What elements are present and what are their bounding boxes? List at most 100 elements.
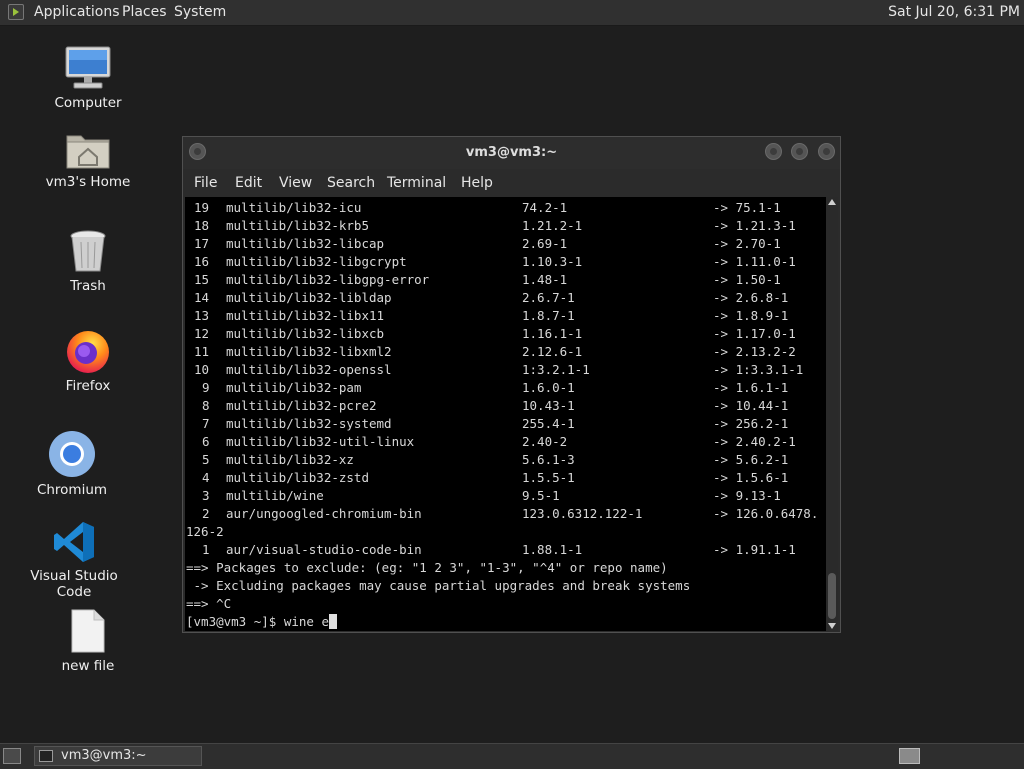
window-title: vm3@vm3:~ [465,145,558,160]
terminal-logo-icon[interactable] [8,4,24,20]
bottom-panel: vm3@vm3:~ [0,743,1024,769]
package-new-version: -> 1.17.0-1 [713,326,796,341]
package-old-version: 1.6.0-1 [522,380,575,395]
package-old-version: 2.69-1 [522,236,568,251]
menu-help[interactable]: Help [461,175,493,191]
package-new-version: -> 1:3.3.1-1 [713,362,804,377]
package-name: aur/visual-studio-code-bin [226,542,422,557]
package-new-version: -> 1.11.0-1 [713,254,796,269]
terminal-window[interactable]: vm3@vm3:~ File Edit View Search Terminal… [182,136,841,633]
terminal-message: ==> Packages to exclude: (eg: "1 2 3", "… [186,560,668,575]
package-number: 3 [202,488,210,503]
close-button[interactable] [818,143,835,160]
firefox-icon [64,326,112,374]
package-new-version: -> 2.6.8-1 [713,290,789,305]
menu-places[interactable]: Places [122,4,167,20]
package-new-version: -> 9.13-1 [713,488,781,503]
menu-file[interactable]: File [194,175,217,191]
package-new-version: -> 2.13.2-2 [713,344,796,359]
package-new-version: -> 256.2-1 [713,416,789,431]
desktop-icon-vscode[interactable]: Visual Studio Code [14,520,134,600]
desktop-icon-label: Visual Studio Code [30,568,118,600]
terminal-icon [39,750,53,762]
package-number: 12 [194,326,210,341]
package-new-version: -> 2.70-1 [713,236,781,251]
package-old-version: 1.16.1-1 [522,326,583,341]
vscode-icon [52,520,96,564]
package-number: 19 [194,200,210,215]
menu-view[interactable]: View [279,175,312,191]
command-input[interactable]: wine e [284,614,329,629]
package-name: multilib/lib32-libldap [226,290,392,305]
desktop-icon-label: Chromium [36,482,108,498]
package-number: 2 [202,506,210,521]
window-titlebar[interactable]: vm3@vm3:~ [183,137,840,169]
package-new-version: -> 1.50-1 [713,272,781,287]
scroll-down-icon[interactable] [828,623,836,629]
package-new-version: -> 1.8.9-1 [713,308,789,323]
package-name: multilib/lib32-libgcrypt [226,254,407,269]
package-new-version: -> 5.6.2-1 [713,452,789,467]
show-desktop-icon[interactable] [3,748,21,764]
scrollbar-thumb[interactable] [828,573,836,619]
package-name: multilib/lib32-libgpg-error [226,272,430,287]
terminal-menubar: File Edit View Search Terminal Help [183,169,840,197]
package-number: 11 [194,344,210,359]
desktop-icon-home[interactable]: vm3's Home [28,130,148,190]
menu-edit[interactable]: Edit [235,175,262,191]
desktop-icon-firefox[interactable]: Firefox [28,326,148,394]
top-panel: Applications Places System Sat Jul 20, 6… [0,0,1024,26]
package-number: 13 [194,308,210,323]
taskbar-item-label: vm3@vm3:~ [61,748,147,763]
package-name: aur/ungoogled-chromium-bin [226,506,422,521]
package-old-version: 1.21.2-1 [522,218,583,233]
computer-icon [64,45,112,91]
package-old-version: 1.10.3-1 [522,254,583,269]
package-name: multilib/lib32-systemd [226,416,392,431]
package-new-version: -> 126.0.6478. [713,506,819,521]
desktop-icon-computer[interactable]: Computer [28,45,148,111]
package-name: multilib/lib32-xz [226,452,354,467]
command-prompt: [vm3@vm3 ~]$ [186,614,284,629]
package-new-version: -> 2.40.2-1 [713,434,796,449]
package-number: 9 [202,380,210,395]
desktop-icon-chromium[interactable]: Chromium [12,430,132,498]
chromium-icon [48,430,96,478]
home-folder-icon [65,130,111,170]
package-name: multilib/lib32-pcre2 [226,398,377,413]
package-old-version: 5.6.1-3 [522,452,575,467]
menu-search[interactable]: Search [327,175,375,191]
package-name: multilib/lib32-libxml2 [226,344,392,359]
package-number: 1 [202,542,210,557]
package-number: 8 [202,398,210,413]
minimize-button[interactable] [765,143,782,160]
package-old-version: 2.12.6-1 [522,344,583,359]
package-number: 5 [202,452,210,467]
package-new-version: -> 75.1-1 [713,200,781,215]
menu-applications[interactable]: Applications [34,4,120,20]
terminal-scrollbar[interactable] [826,197,838,631]
workspace-switcher[interactable] [899,748,920,764]
menu-terminal[interactable]: Terminal [387,175,446,191]
trash-icon [68,228,108,274]
package-old-version: 10.43-1 [522,398,575,413]
maximize-button[interactable] [791,143,808,160]
package-name: multilib/lib32-libx11 [226,308,385,323]
scroll-up-icon[interactable] [828,199,836,205]
package-name: multilib/lib32-util-linux [226,434,415,449]
package-number: 4 [202,470,210,485]
package-number: 15 [194,272,210,287]
terminal-output[interactable]: 19 multilib/lib32-icu 74.2-1 -> 75.1-1 18 mul… [185,197,826,631]
package-new-version: -> 10.44-1 [713,398,789,413]
package-name: multilib/lib32-krb5 [226,218,369,233]
desktop-icon-label: Trash [70,278,106,294]
package-old-version: 123.0.6312.122-1 [522,506,643,521]
menu-system[interactable]: System [174,4,226,20]
desktop-icon-trash[interactable]: Trash [28,228,148,294]
clock[interactable]: Sat Jul 20, 6:31 PM [888,4,1020,20]
package-old-version: 1.88.1-1 [522,542,583,557]
package-number: 10 [194,362,210,377]
desktop-icon-new-file[interactable]: new file [28,608,148,674]
package-name: multilib/lib32-zstd [226,470,369,485]
taskbar-item-terminal[interactable]: vm3@vm3:~ [34,746,202,766]
